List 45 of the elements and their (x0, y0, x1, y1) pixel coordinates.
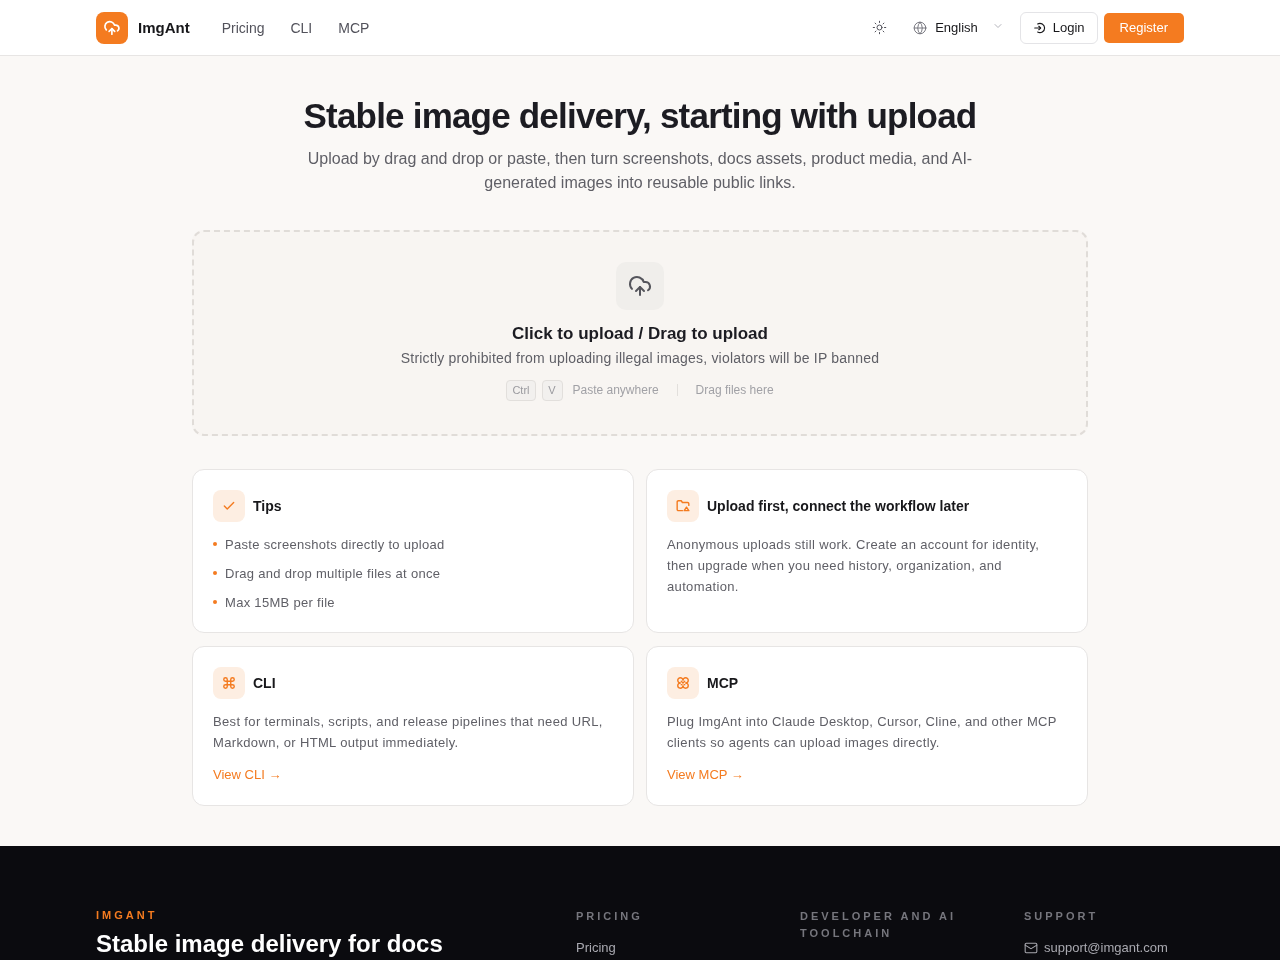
bullet-dot-icon (213, 571, 217, 575)
upload-hint: Drag files here (695, 383, 774, 397)
email-link[interactable]: support@imgant.com (1024, 939, 1184, 957)
key-cap: V (541, 379, 563, 401)
card-description: Anonymous uploads still work. Create an account for identity, then upgrade when you need history, organization, and automation. (667, 536, 1041, 596)
command-icon (213, 667, 245, 699)
footer-brand: IMGANT (96, 908, 159, 922)
card-title: MCP (707, 675, 739, 691)
sun-icon (871, 20, 887, 35)
card-title: Tips (253, 498, 282, 514)
nav-link[interactable]: CLI (290, 19, 313, 36)
footer-heading: SUPPORT (1024, 909, 1100, 924)
bullet-dot-icon (213, 600, 217, 604)
nav-link[interactable]: Pricing (221, 19, 265, 36)
upload-dropzone[interactable]: Click to upload / Drag to upload Strictly prohibited from uploading illegal images, violators will be IP banned Ctrl V Paste anywhere Drag files here (192, 230, 1088, 436)
brand-name[interactable]: ImgAnt (138, 19, 190, 36)
card-description: Best for terminals, scripts, and release pipelines that need URL, Markdown, or HTML output immediately. (213, 713, 604, 752)
cloud-logo-icon[interactable] (96, 11, 128, 44)
upload-title: Click to upload / Drag to upload (512, 323, 768, 345)
login-arrow-icon (1032, 20, 1047, 35)
footer-link[interactable]: Pricing (576, 939, 800, 957)
login-button[interactable]: Login (1019, 11, 1098, 44)
card-title: Upload first, connect the workflow later (707, 498, 970, 514)
upload-notice: Strictly prohibited from uploading illegal images, violators will be IP banned (400, 349, 880, 368)
globe-icon (913, 20, 928, 35)
footer-heading: DEVELOPER AND AI TOOLCHAIN (800, 909, 957, 941)
clover-icon (667, 667, 699, 699)
language-select[interactable]: English (905, 11, 1012, 44)
footer-heading: PRICING (576, 909, 644, 924)
upload-hint: Paste anywhere (572, 383, 659, 397)
folder-icon (667, 490, 699, 522)
nav-link[interactable]: MCP (338, 19, 370, 36)
mail-icon (1024, 941, 1038, 955)
hero-subtitle: Upload by drag and drop or paste, then turn screenshots, docs assets, product media, and AI-generated images into reusable public links. (306, 149, 974, 193)
checkmark-icon (213, 490, 245, 522)
card-title: CLI (253, 675, 276, 691)
key-cap: Ctrl (506, 379, 536, 401)
footer-tagline: Stable image delivery for docs (96, 930, 444, 958)
tip-text: Paste screenshots directly to upload (225, 536, 445, 552)
cloud-upload-icon (616, 262, 664, 310)
tip-text: Max 15MB per file (225, 594, 335, 610)
bullet-dot-icon (213, 542, 217, 546)
card-description: Plug ImgAnt into Claude Desktop, Cursor, Cline, and other MCP clients so agents can upload images directly. (667, 713, 1058, 752)
tip-text: Drag and drop multiple files at once (225, 565, 441, 581)
hero-title: Stable image delivery, starting with upload (302, 95, 978, 137)
